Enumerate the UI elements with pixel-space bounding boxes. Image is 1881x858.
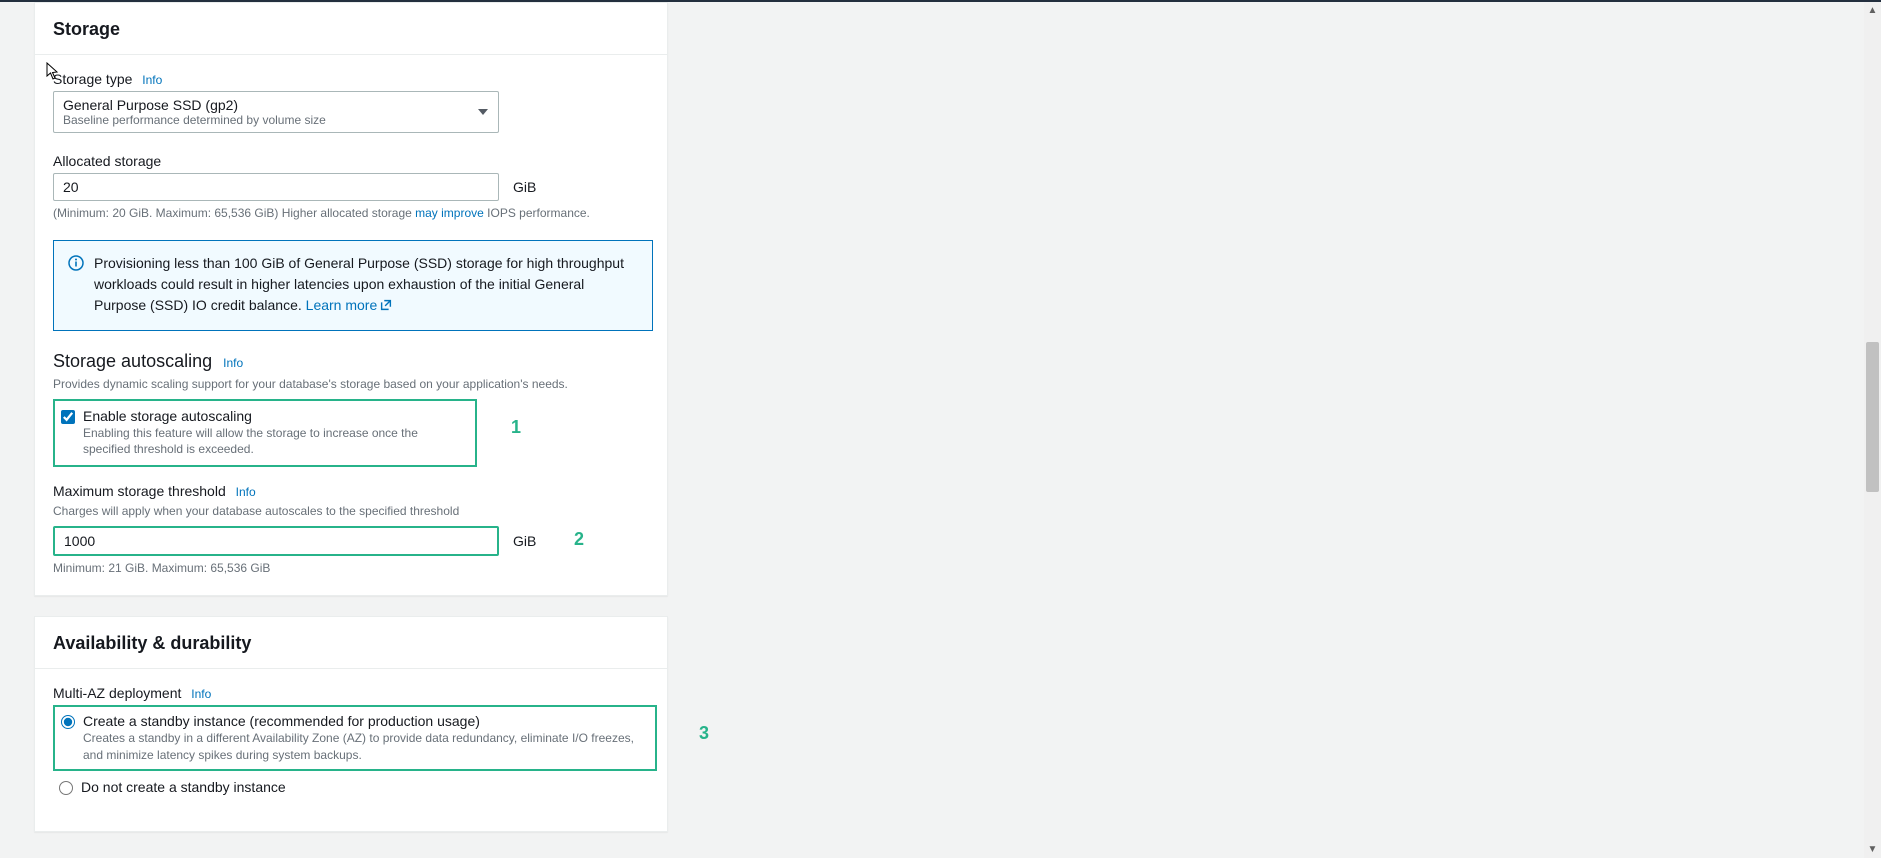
threshold-info-link[interactable]: Info	[236, 485, 256, 499]
storage-type-label-text: Storage type	[53, 71, 132, 87]
allocated-storage-helper: (Minimum: 20 GiB. Maximum: 65,536 GiB) H…	[53, 205, 649, 222]
highlight-2	[53, 526, 499, 556]
info-icon	[68, 253, 84, 318]
availability-panel: Availability & durability Multi-AZ deplo…	[34, 616, 668, 833]
storage-warning-alert: Provisioning less than 100 GiB of Genera…	[53, 240, 653, 331]
storage-type-select[interactable]: General Purpose SSD (gp2) Baseline perfo…	[53, 91, 499, 133]
threshold-label: Maximum storage threshold	[53, 483, 226, 499]
main-content: Storage Storage type Info General Purpos…	[0, 2, 1881, 852]
storage-panel: Storage Storage type Info General Purpos…	[34, 2, 668, 596]
autoscaling-info-link[interactable]: Info	[223, 356, 243, 370]
helper-prefix: (Minimum: 20 GiB. Maximum: 65,536 GiB) H…	[53, 206, 415, 220]
threshold-minmax: Minimum: 21 GiB. Maximum: 65,536 GiB	[53, 560, 649, 577]
multi-az-option-nostandby[interactable]: Do not create a standby instance	[53, 773, 649, 801]
may-improve-link[interactable]: may improve	[415, 206, 484, 220]
enable-autoscaling-row[interactable]: Enable storage autoscaling Enabling this…	[55, 401, 475, 466]
scroll-down-icon[interactable]: ▼	[1864, 841, 1881, 858]
enable-autoscaling-checkbox[interactable]	[61, 410, 75, 424]
annotation-1: 1	[511, 417, 521, 438]
storage-panel-body: Storage type Info General Purpose SSD (g…	[35, 55, 667, 595]
helper-suffix: IOPS performance.	[484, 206, 590, 220]
highlight-1: Enable storage autoscaling Enabling this…	[53, 399, 477, 468]
allocated-storage-field: Allocated storage GiB (Minimum: 20 GiB. …	[53, 153, 649, 222]
highlight-3: Create a standby instance (recommended f…	[53, 705, 657, 772]
autoscaling-title-row: Storage autoscaling Info	[53, 351, 649, 372]
standby-label: Create a standby instance (recommended f…	[83, 713, 645, 729]
storage-type-label: Storage type Info	[53, 71, 649, 87]
annotation-2: 2	[574, 529, 584, 550]
enable-autoscaling-label: Enable storage autoscaling	[83, 408, 465, 424]
autoscaling-desc: Provides dynamic scaling support for you…	[53, 376, 649, 393]
external-link-icon	[379, 297, 393, 318]
storage-type-field: Storage type Info General Purpose SSD (g…	[53, 71, 649, 133]
annotation-3: 3	[699, 723, 709, 744]
chevron-down-icon	[478, 109, 488, 115]
storage-type-sub: Baseline performance determined by volum…	[63, 113, 468, 127]
availability-panel-body: Multi-AZ deployment Info Create a standb…	[35, 669, 667, 832]
scroll-thumb[interactable]	[1866, 342, 1879, 492]
multi-az-option-standby[interactable]: Create a standby instance (recommended f…	[55, 707, 655, 770]
allocated-storage-label: Allocated storage	[53, 153, 649, 169]
multi-az-label: Multi-AZ deployment	[53, 685, 181, 701]
threshold-label-row: Maximum storage threshold Info	[53, 483, 649, 499]
enable-autoscaling-desc: Enabling this feature will allow the sto…	[83, 425, 465, 459]
alert-text: Provisioning less than 100 GiB of Genera…	[94, 253, 638, 318]
nostandby-radio[interactable]	[59, 781, 73, 795]
storage-type-selected: General Purpose SSD (gp2)	[63, 97, 468, 113]
threshold-input[interactable]	[55, 528, 497, 554]
threshold-desc: Charges will apply when your database au…	[53, 503, 649, 520]
learn-more-link[interactable]: Learn more	[306, 297, 394, 313]
multi-az-label-row: Multi-AZ deployment Info	[53, 685, 649, 701]
storage-panel-header: Storage	[35, 3, 667, 55]
autoscaling-title: Storage autoscaling	[53, 351, 212, 371]
storage-title: Storage	[53, 19, 649, 40]
standby-desc: Creates a standby in a different Availab…	[83, 730, 645, 764]
threshold-unit: GiB	[513, 533, 536, 549]
storage-type-info-link[interactable]: Info	[142, 73, 162, 87]
learn-more-text: Learn more	[306, 297, 378, 313]
multi-az-info-link[interactable]: Info	[191, 687, 211, 701]
availability-panel-header: Availability & durability	[35, 617, 667, 669]
nostandby-label: Do not create a standby instance	[81, 779, 639, 795]
form-column: Storage Storage type Info General Purpos…	[0, 2, 668, 852]
allocated-storage-input[interactable]	[53, 173, 499, 201]
vertical-scrollbar[interactable]: ▲ ▼	[1864, 2, 1881, 858]
allocated-storage-unit: GiB	[513, 179, 536, 195]
scroll-up-icon[interactable]: ▲	[1864, 2, 1881, 19]
availability-title: Availability & durability	[53, 633, 649, 654]
standby-radio[interactable]	[61, 715, 75, 729]
